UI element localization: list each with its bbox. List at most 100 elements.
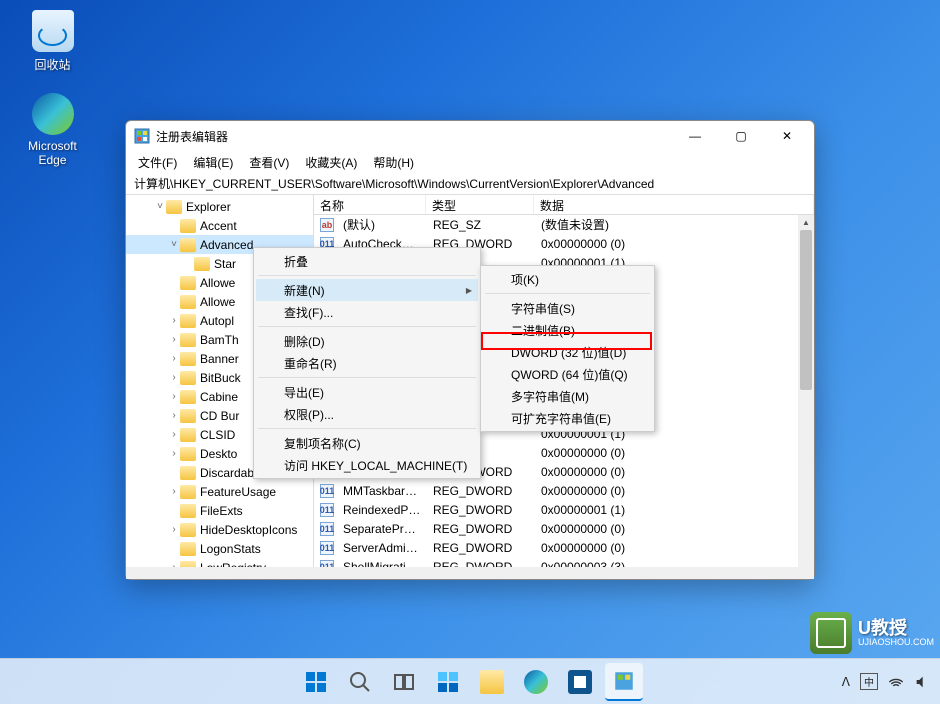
cm-new[interactable]: 新建(N)	[256, 279, 478, 301]
ime-icon[interactable]: 中	[860, 673, 878, 690]
volume-icon[interactable]	[914, 674, 930, 690]
expand-toggle-icon[interactable]: ›	[168, 410, 180, 421]
watermark: U教授 UJIAOSHOU.COM	[810, 612, 934, 654]
start-button[interactable]	[297, 663, 335, 701]
cm-separator	[258, 428, 476, 429]
widgets-icon[interactable]	[429, 663, 467, 701]
cm-permissions[interactable]: 权限(P)...	[256, 403, 478, 425]
folder-icon	[180, 314, 196, 328]
horizontal-scrollbar[interactable]	[126, 567, 814, 579]
tree-node[interactable]: ˅ Explorer	[126, 197, 313, 216]
list-header: 名称 类型 数据	[314, 195, 814, 215]
edge-label: Microsoft Edge	[15, 139, 90, 167]
context-menu-new: 项(K) 字符串值(S) 二进制值(B) DWORD (32 位)值(D) QW…	[480, 265, 655, 432]
cm-rename[interactable]: 重命名(R)	[256, 352, 478, 374]
value-name: ReindexedProf...	[337, 503, 427, 517]
cm-collapse[interactable]: 折叠	[256, 250, 478, 272]
edge-browser-icon[interactable]: Microsoft Edge	[15, 93, 90, 167]
file-explorer-icon[interactable]	[473, 663, 511, 701]
cm-separator	[258, 275, 476, 276]
task-view-icon[interactable]	[385, 663, 423, 701]
tree-node[interactable]: Accent	[126, 216, 313, 235]
expand-toggle-icon[interactable]: ˅	[154, 201, 166, 212]
edge-taskbar-icon[interactable]	[517, 663, 555, 701]
tree-node-label: BamTh	[200, 333, 239, 347]
scroll-thumb[interactable]	[800, 230, 812, 390]
cm-delete[interactable]: 删除(D)	[256, 330, 478, 352]
regedit-taskbar-icon[interactable]	[605, 663, 643, 701]
cm-new-multistring[interactable]: 多字符串值(M)	[483, 385, 652, 407]
menu-favorites[interactable]: 收藏夹(A)	[297, 152, 365, 173]
cm-go-hklm[interactable]: 访问 HKEY_LOCAL_MACHINE(T)	[256, 454, 478, 476]
cm-new-expandstring[interactable]: 可扩充字符串值(E)	[483, 407, 652, 429]
tree-node-label: HideDesktopIcons	[200, 523, 297, 537]
cm-separator	[258, 326, 476, 327]
value-data: 0x00000000 (0)	[535, 541, 814, 555]
vertical-scrollbar[interactable]: ▲ ▼	[798, 215, 814, 579]
cm-new-string[interactable]: 字符串值(S)	[483, 297, 652, 319]
menu-help[interactable]: 帮助(H)	[365, 152, 422, 173]
folder-icon	[180, 542, 196, 556]
cm-copy-key-name[interactable]: 复制项名称(C)	[256, 432, 478, 454]
col-type[interactable]: 类型	[426, 195, 534, 214]
taskbar: ᐱ 中	[0, 658, 940, 704]
cm-find[interactable]: 查找(F)...	[256, 301, 478, 323]
cm-new-key[interactable]: 项(K)	[483, 268, 652, 290]
cm-new-dword[interactable]: DWORD (32 位)值(D)	[483, 341, 652, 363]
value-name: SeparateProce...	[337, 522, 427, 536]
recycle-bin-icon[interactable]: 回收站	[15, 10, 90, 73]
expand-toggle-icon[interactable]: ›	[168, 334, 180, 345]
value-name: (默认)	[337, 216, 427, 233]
value-data: 0x00000000 (0)	[535, 446, 814, 460]
cm-export[interactable]: 导出(E)	[256, 381, 478, 403]
menu-file[interactable]: 文件(F)	[130, 152, 185, 173]
tray-expand-icon[interactable]: ᐱ	[842, 675, 850, 689]
expand-toggle-icon[interactable]: ›	[168, 315, 180, 326]
folder-icon	[180, 390, 196, 404]
store-icon[interactable]	[561, 663, 599, 701]
value-data: (数值未设置)	[535, 216, 814, 233]
expand-toggle-icon[interactable]: ›	[168, 391, 180, 402]
tree-node[interactable]: ›FeatureUsage	[126, 482, 313, 501]
expand-toggle-icon[interactable]: ›	[168, 372, 180, 383]
minimize-button[interactable]: —	[672, 121, 718, 151]
expand-toggle-icon[interactable]: ›	[168, 524, 180, 535]
folder-icon	[180, 485, 196, 499]
folder-icon	[180, 276, 196, 290]
value-row[interactable]: ab(默认)REG_SZ(数值未设置)	[314, 215, 814, 234]
tree-node-label: CLSID	[200, 428, 235, 442]
search-icon[interactable]	[341, 663, 379, 701]
folder-icon	[180, 371, 196, 385]
cm-new-qword[interactable]: QWORD (64 位)值(Q)	[483, 363, 652, 385]
tree-node[interactable]: LogonStats	[126, 539, 313, 558]
network-icon[interactable]	[888, 674, 904, 690]
col-name[interactable]: 名称	[314, 195, 426, 214]
expand-toggle-icon[interactable]: ›	[168, 486, 180, 497]
tree-node-label: Explorer	[186, 200, 231, 214]
cm-new-binary[interactable]: 二进制值(B)	[483, 319, 652, 341]
maximize-button[interactable]: ▢	[718, 121, 764, 151]
folder-icon	[180, 238, 197, 252]
scroll-up-arrow[interactable]: ▲	[798, 215, 814, 230]
value-row[interactable]: 011MMTaskbarGl...REG_DWORD0x00000000 (0)	[314, 481, 814, 500]
tree-node[interactable]: › HideDesktopIcons	[126, 520, 313, 539]
menu-edit[interactable]: 编辑(E)	[185, 152, 241, 173]
value-row[interactable]: 011ReindexedProf...REG_DWORD0x00000001 (…	[314, 500, 814, 519]
value-type: REG_DWORD	[427, 503, 535, 517]
expand-toggle-icon[interactable]: ›	[168, 429, 180, 440]
tree-node[interactable]: FileExts	[126, 501, 313, 520]
expand-toggle-icon[interactable]: ›	[168, 353, 180, 364]
col-data[interactable]: 数据	[534, 195, 814, 214]
value-row[interactable]: 011ServerAdminUIREG_DWORD0x00000000 (0)	[314, 538, 814, 557]
address-bar[interactable]: 计算机\HKEY_CURRENT_USER\Software\Microsoft…	[126, 173, 814, 195]
expand-toggle-icon[interactable]: ˅	[168, 239, 180, 250]
value-data: 0x00000000 (0)	[535, 237, 814, 251]
recycle-bin-graphic	[32, 10, 74, 52]
value-row[interactable]: 011SeparateProce...REG_DWORD0x00000000 (…	[314, 519, 814, 538]
titlebar[interactable]: 注册表编辑器 — ▢ ✕	[126, 121, 814, 151]
menu-view[interactable]: 查看(V)	[241, 152, 297, 173]
folder-icon	[180, 447, 196, 461]
expand-toggle-icon[interactable]: ›	[168, 448, 180, 459]
close-button[interactable]: ✕	[764, 121, 810, 151]
value-data: 0x00000001 (1)	[535, 503, 814, 517]
